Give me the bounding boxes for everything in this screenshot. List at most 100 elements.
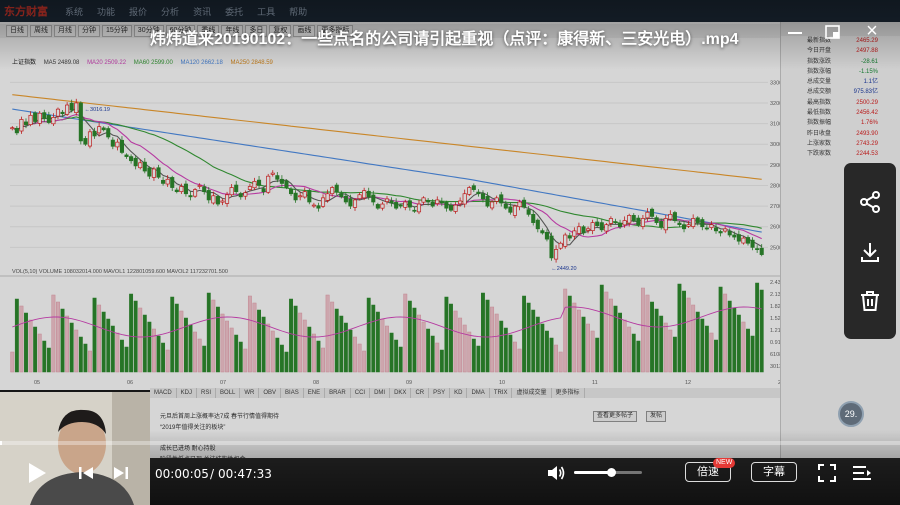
- volume-bar: [334, 308, 339, 373]
- candle-body: [279, 178, 284, 184]
- progress-bar[interactable]: [0, 441, 900, 445]
- y-tick-label: 3200.00: [770, 101, 780, 107]
- candle-body: [608, 218, 613, 224]
- candle-body: [87, 131, 93, 147]
- candle-body: [394, 202, 399, 209]
- volume-bar: [522, 295, 527, 373]
- volume-bar: [494, 313, 499, 373]
- volume-bar: [627, 326, 632, 373]
- volume-slider[interactable]: [574, 468, 642, 477]
- next-icon[interactable]: [113, 465, 129, 486]
- indicator-tabs: MACD KDJ RSI BOLL WR OBV BIAS ENE BRAR CCI DMI DKX C…: [150, 388, 780, 398]
- volume-tick-label: 1.21: [770, 328, 780, 334]
- candle-body: [448, 204, 454, 211]
- volume-bar: [42, 340, 47, 373]
- volume-bar: [206, 292, 211, 373]
- candle-body: [348, 198, 353, 207]
- volume-bar: [394, 339, 399, 373]
- app-menu-item: 系统: [65, 6, 84, 17]
- volume-bar: [385, 325, 389, 373]
- volume-bar: [28, 319, 33, 373]
- candle-body: [522, 199, 527, 208]
- quote-label: 昨日收盘: [807, 130, 832, 137]
- current-time: 00:00:05: [155, 467, 209, 481]
- volume-bar: [531, 309, 536, 373]
- volume-bar: [202, 345, 207, 373]
- volume-bar: [37, 333, 42, 373]
- quote-label: 总成交量: [807, 79, 832, 86]
- volume-bar: [156, 335, 161, 373]
- volume-bar: [97, 304, 102, 373]
- volume-bar: [759, 289, 764, 373]
- volume-bar: [631, 333, 636, 373]
- volume-bar: [188, 324, 193, 373]
- volume-bar: [741, 321, 746, 373]
- playlist-icon[interactable]: [852, 464, 872, 487]
- quote-row: 最高指数 2500.29: [781, 98, 900, 108]
- candle-body: [179, 186, 184, 193]
- candle-body: [759, 247, 764, 255]
- period-button: 分钟: [78, 25, 100, 37]
- subtitle-button[interactable]: 字幕: [751, 462, 797, 482]
- candle-body: [407, 200, 412, 208]
- video-player[interactable]: 东方财富 系统 功能 报价 分析 资讯 委托 工具 帮助 日线 周线 月线 分钟…: [0, 0, 900, 505]
- volume-bar: [74, 329, 79, 373]
- quote-row: 总成交量 1.1亿: [781, 77, 900, 87]
- playback-rate-badge[interactable]: 29.: [838, 401, 864, 427]
- volume-bar: [700, 318, 705, 373]
- volume-bar: [357, 343, 362, 373]
- play-icon[interactable]: [26, 461, 48, 490]
- candle-body: [23, 121, 29, 125]
- volume-bar: [421, 321, 426, 373]
- close-icon[interactable]: ×: [862, 21, 882, 42]
- fullscreen-icon[interactable]: [818, 464, 836, 487]
- x-tick-label: 07: [220, 380, 226, 386]
- candle-body: [650, 208, 655, 217]
- candle-body: [654, 217, 659, 223]
- candle-body: [142, 161, 147, 172]
- download-icon[interactable]: [858, 240, 882, 264]
- volume-bar: [124, 346, 129, 373]
- share-icon[interactable]: [858, 190, 882, 214]
- volume-bar: [106, 318, 111, 373]
- candle-body: [741, 237, 746, 244]
- quote-value: -1.15%: [858, 68, 878, 75]
- volume-bar: [686, 297, 691, 373]
- news-line: “2019年值得关注的板块”: [160, 425, 226, 431]
- volume-bar: [430, 335, 435, 373]
- candle-body: [485, 196, 490, 207]
- trash-icon[interactable]: [858, 289, 882, 313]
- minimize-icon[interactable]: [788, 32, 802, 34]
- candle-body: [183, 183, 188, 195]
- app-menu-item: 分析: [161, 6, 180, 17]
- volume-knob[interactable]: [607, 468, 617, 477]
- app-logo: 东方财富: [4, 6, 48, 18]
- previous-icon[interactable]: [78, 465, 94, 486]
- candle-body: [156, 167, 161, 178]
- volume-bar: [718, 286, 723, 373]
- popout-icon[interactable]: [824, 23, 842, 41]
- volume-bar: [554, 344, 559, 373]
- candle-body: [704, 227, 709, 230]
- volume-bar: [540, 323, 545, 373]
- indicator-tab: PSY: [429, 388, 451, 398]
- ma20-value: MA20 2509.22: [87, 60, 127, 66]
- volume-bar: [682, 290, 686, 373]
- volume-bar: [69, 322, 74, 373]
- volume-bar: [727, 300, 732, 373]
- indicator-tab: DKX: [390, 388, 412, 398]
- volume-bar: [19, 305, 24, 373]
- indicator-tab: DMA: [467, 388, 490, 398]
- candle-body: [631, 215, 636, 221]
- volume-bar: [138, 307, 143, 373]
- candle-body: [270, 172, 275, 175]
- candle-body: [426, 199, 431, 203]
- volume-bar: [545, 330, 549, 373]
- volume-bar: [375, 311, 380, 373]
- quote-label: 上涨家数: [807, 140, 832, 147]
- quote-label: 下跌家数: [807, 151, 832, 158]
- candle-body: [384, 198, 390, 202]
- volume-bar: [88, 350, 92, 373]
- volume-icon[interactable]: [546, 463, 566, 488]
- volume-bar: [604, 291, 609, 373]
